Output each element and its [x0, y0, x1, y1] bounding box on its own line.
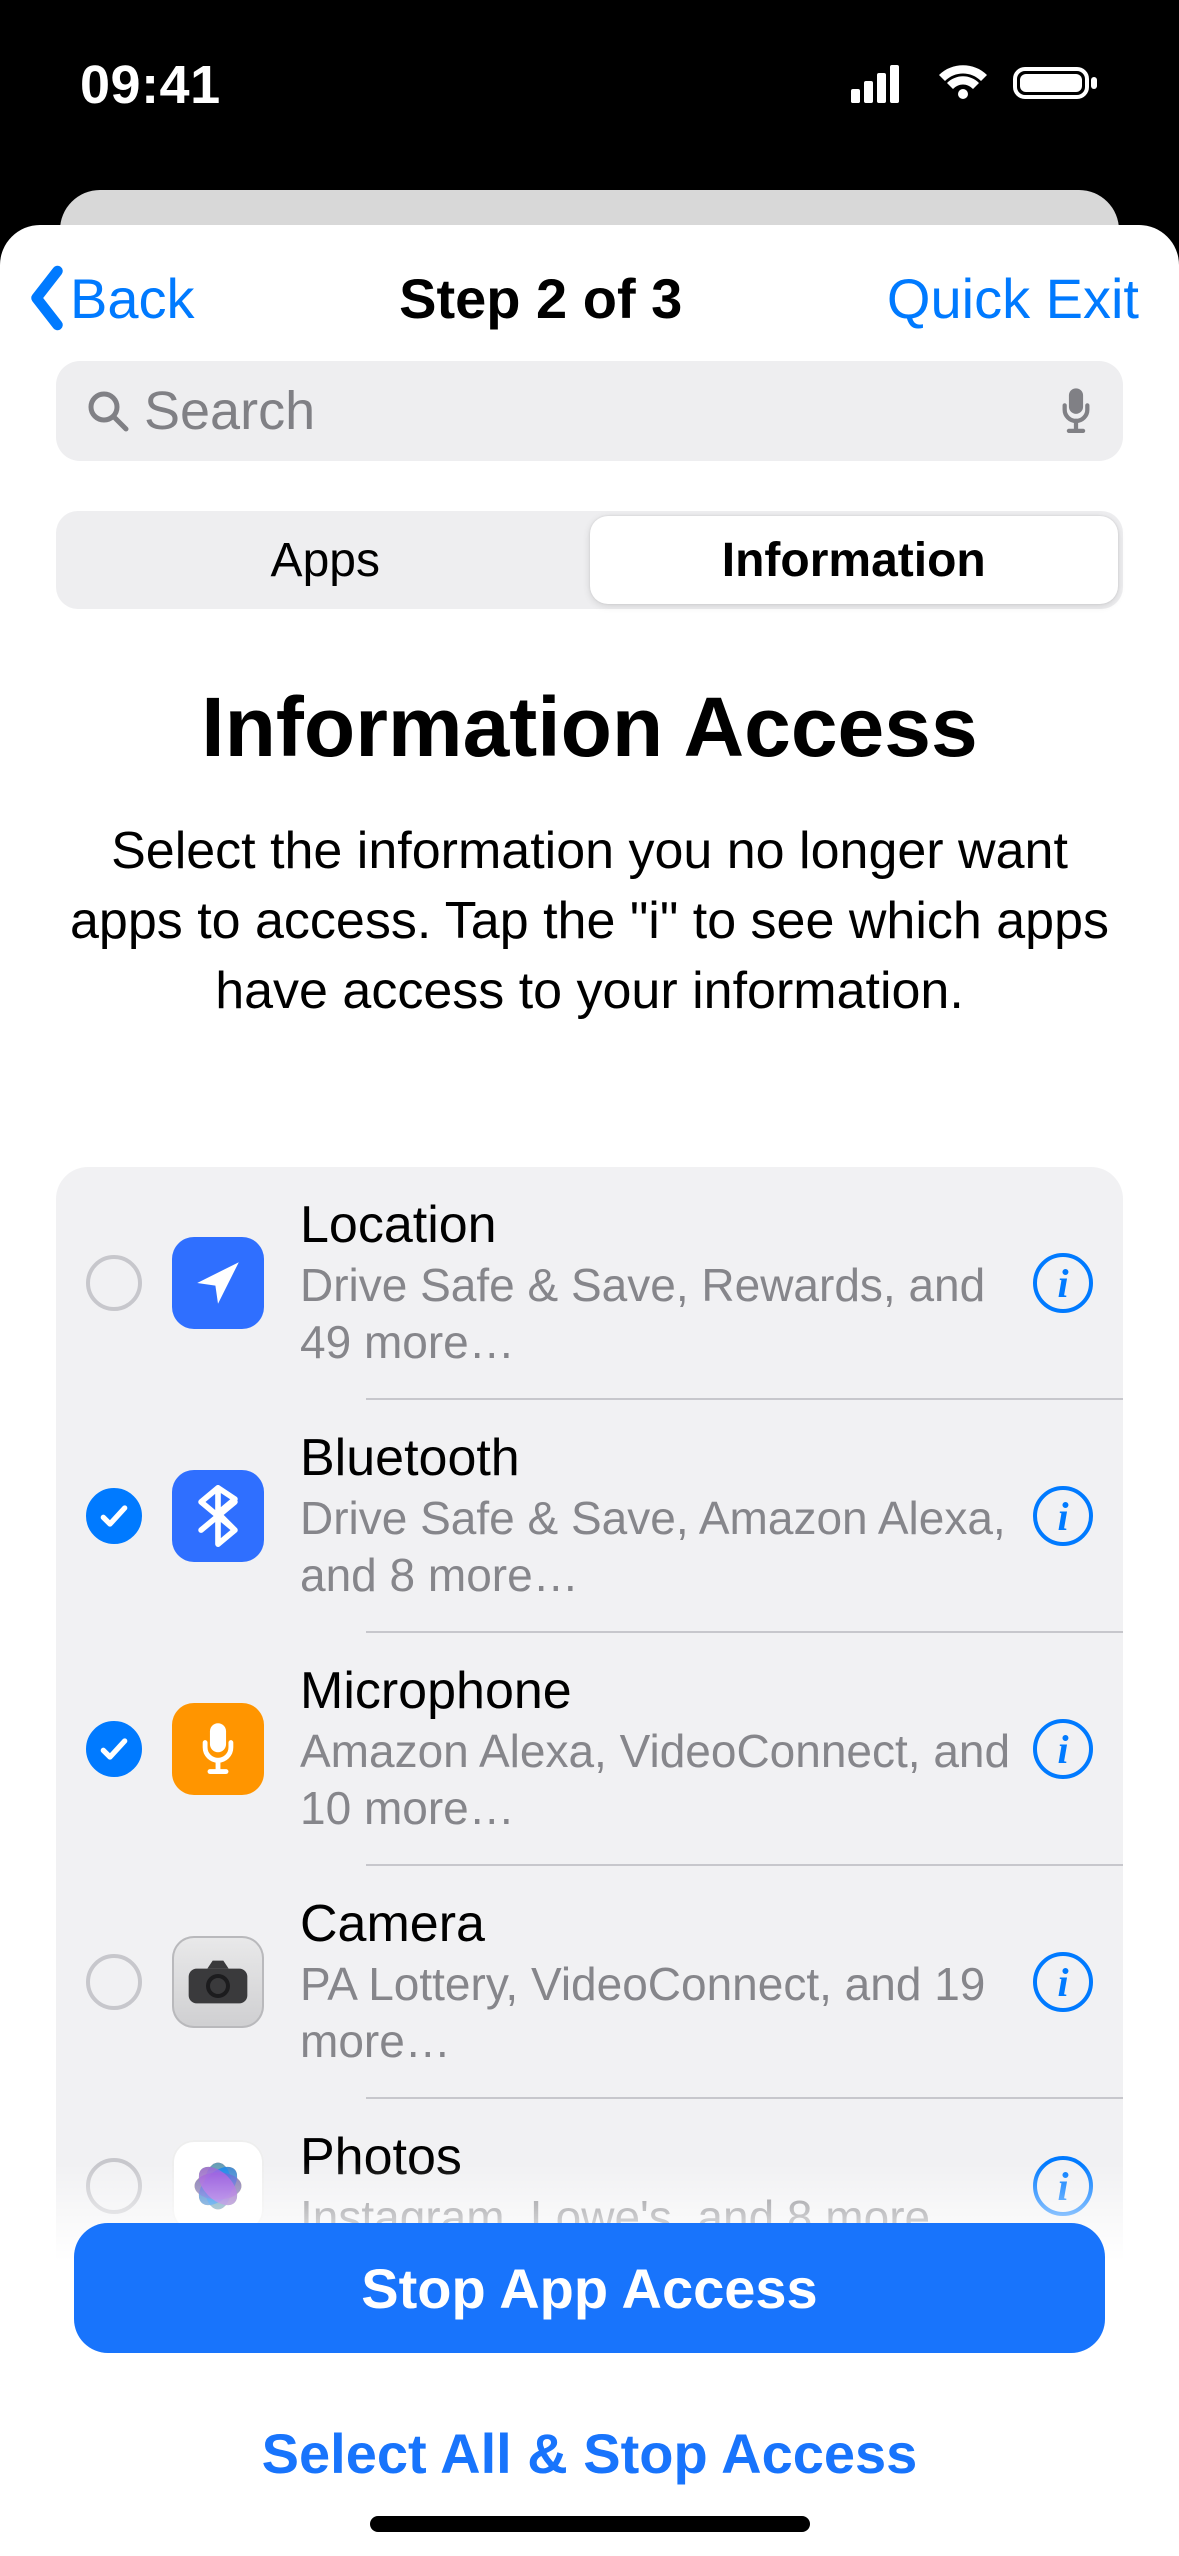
location-icon — [172, 1237, 264, 1329]
battery-icon — [1013, 63, 1099, 108]
dictation-icon[interactable] — [1059, 385, 1093, 437]
page-title: Information Access — [56, 679, 1123, 776]
checkbox[interactable] — [86, 1721, 142, 1777]
item-title: Microphone — [300, 1661, 1013, 1721]
item-title: Location — [300, 1195, 1013, 1255]
header-block: Information Access Select the informatio… — [0, 619, 1179, 1027]
quick-exit-button[interactable]: Quick Exit — [887, 266, 1139, 331]
tab-apps[interactable]: Apps — [61, 516, 590, 604]
sheet: Back Step 2 of 3 Quick Exit Search Apps … — [0, 225, 1179, 2556]
camera-icon — [172, 1936, 264, 2028]
wifi-icon — [935, 63, 991, 108]
list-item[interactable]: Camera PA Lottery, VideoConnect, and 19 … — [56, 1866, 1123, 2099]
item-subtitle: Drive Safe & Save, Amazon Alexa, and 8 m… — [300, 1490, 1013, 1605]
segmented-control: Apps Information — [56, 511, 1123, 609]
item-subtitle: Amazon Alexa, VideoConnect, and 10 more… — [300, 1723, 1013, 1838]
page-subtitle: Select the information you no longer wan… — [56, 816, 1123, 1027]
cellular-icon — [851, 63, 913, 108]
info-button[interactable]: i — [1033, 1952, 1093, 2012]
search-input[interactable]: Search — [56, 361, 1123, 461]
footer: Stop App Access Select All & Stop Access — [0, 2163, 1179, 2556]
tab-information[interactable]: Information — [590, 516, 1119, 604]
info-button[interactable]: i — [1033, 1719, 1093, 1779]
chevron-left-icon — [24, 265, 70, 331]
status-icons — [851, 63, 1099, 108]
microphone-icon — [172, 1703, 264, 1795]
select-all-stop-button[interactable]: Select All & Stop Access — [74, 2421, 1105, 2486]
info-button[interactable]: i — [1033, 1486, 1093, 1546]
checkbox[interactable] — [86, 1954, 142, 2010]
item-subtitle: Drive Safe & Save, Rewards, and 49 more… — [300, 1257, 1013, 1372]
list-item[interactable]: Microphone Amazon Alexa, VideoConnect, a… — [56, 1633, 1123, 1866]
nav-bar: Back Step 2 of 3 Quick Exit — [0, 225, 1179, 351]
back-button[interactable]: Back — [24, 265, 195, 331]
status-time: 09:41 — [80, 54, 221, 116]
item-title: Bluetooth — [300, 1428, 1013, 1488]
back-label: Back — [70, 266, 195, 331]
list-item[interactable]: Location Drive Safe & Save, Rewards, and… — [56, 1167, 1123, 1400]
checkbox[interactable] — [86, 1488, 142, 1544]
item-subtitle: PA Lottery, VideoConnect, and 19 more… — [300, 1956, 1013, 2071]
checkbox[interactable] — [86, 1255, 142, 1311]
stop-app-access-button[interactable]: Stop App Access — [74, 2223, 1105, 2353]
list-item[interactable]: Bluetooth Drive Safe & Save, Amazon Alex… — [56, 1400, 1123, 1633]
nav-title: Step 2 of 3 — [399, 266, 682, 331]
bluetooth-icon — [172, 1470, 264, 1562]
search-placeholder: Search — [144, 380, 1059, 442]
status-bar: 09:41 — [0, 0, 1179, 190]
home-indicator[interactable] — [370, 2516, 810, 2532]
info-button[interactable]: i — [1033, 1253, 1093, 1313]
item-title: Camera — [300, 1894, 1013, 1954]
search-icon — [86, 389, 130, 433]
